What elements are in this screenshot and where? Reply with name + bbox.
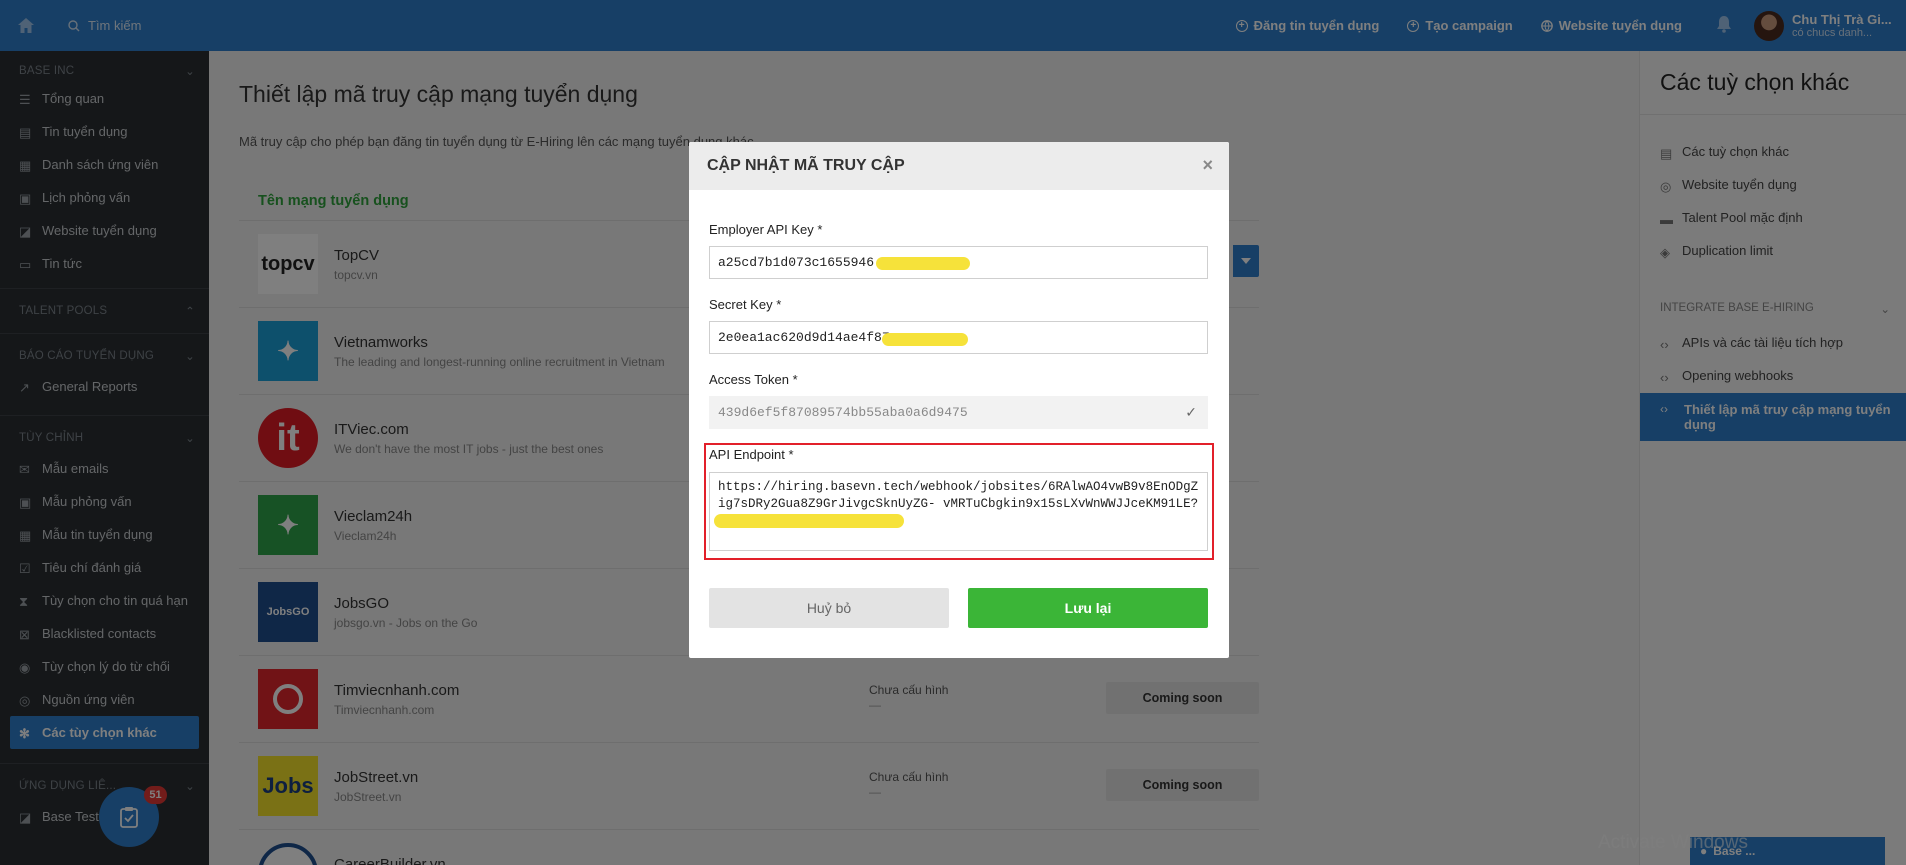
api-endpoint-label: API Endpoint * bbox=[709, 447, 794, 462]
access-token-value: 439d6ef5f87089574bb55aba0a6d9475 bbox=[718, 405, 968, 420]
update-access-token-modal: CẬP NHẬT MÃ TRUY CẬP × Employer API Key … bbox=[689, 142, 1229, 658]
api-key-value: a25cd7b1d073c1655946 bbox=[718, 255, 875, 270]
api-key-label: Employer API Key * bbox=[709, 222, 823, 237]
close-icon[interactable]: × bbox=[1202, 156, 1213, 174]
redaction-mark bbox=[882, 333, 968, 346]
api-endpoint-textarea[interactable]: https://hiring.basevn.tech/webhook/jobsi… bbox=[709, 472, 1208, 551]
cancel-button[interactable]: Huỷ bỏ bbox=[709, 588, 949, 628]
modal-header: CẬP NHẬT MÃ TRUY CẬP × bbox=[689, 142, 1229, 190]
access-token-label: Access Token * bbox=[709, 372, 798, 387]
access-token-input: 439d6ef5f87089574bb55aba0a6d9475 ✓ bbox=[709, 396, 1208, 429]
modal-title: CẬP NHẬT MÃ TRUY CẬP bbox=[707, 157, 905, 174]
save-button[interactable]: Lưu lại bbox=[968, 588, 1208, 628]
api-key-input[interactable]: a25cd7b1d073c1655946 bbox=[709, 246, 1208, 279]
secret-key-input[interactable]: 2e0ea1ac620d9d14ae4f87 bbox=[709, 321, 1208, 354]
secret-key-value: 2e0ea1ac620d9d14ae4f87 bbox=[718, 330, 890, 345]
redaction-mark bbox=[876, 257, 970, 270]
redaction-mark bbox=[714, 514, 904, 528]
secret-key-label: Secret Key * bbox=[709, 297, 782, 312]
checkmark-icon: ✓ bbox=[1185, 405, 1197, 421]
